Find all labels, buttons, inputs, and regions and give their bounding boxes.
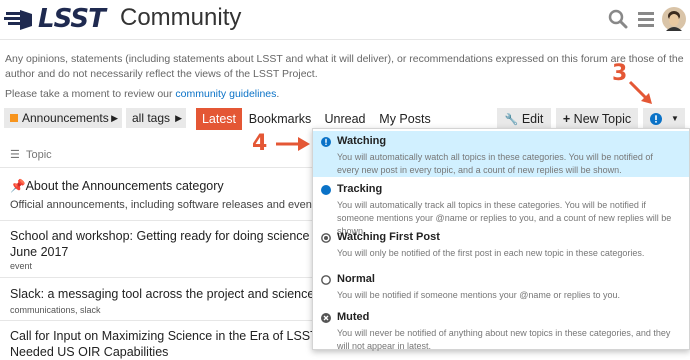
topic-excerpt: Official announcements, including softwa…	[10, 199, 324, 211]
annotation-number-4: 4	[252, 131, 268, 156]
annotation-arrow-3	[628, 80, 652, 104]
notification-level-dropdown: Watching You will automatically watch al…	[312, 128, 690, 351]
new-topic-button[interactable]: + New Topic	[556, 108, 638, 130]
logo-text[interactable]: LSST	[38, 4, 106, 34]
category-color-swatch	[10, 114, 18, 122]
disclaimer-text: Any opinions, statements (including stat…	[5, 53, 684, 80]
topic-title[interactable]: Slack: a messaging tool across the proje…	[10, 286, 357, 302]
list-icon: ☰	[10, 149, 20, 161]
caret-right-icon: ▶	[175, 113, 182, 123]
dropdown-item-title: Watching First Post	[337, 231, 440, 243]
dropdown-item-desc: You will never be notified of anything a…	[337, 328, 671, 351]
dropdown-item-tracking[interactable]: Tracking You will automatically track al…	[313, 179, 689, 236]
caret-right-icon: ▶	[111, 113, 118, 123]
hamburger-menu-icon[interactable]	[636, 9, 656, 29]
plus-icon: +	[562, 112, 571, 126]
topic-title[interactable]: School and workshop: Getting ready for d…	[10, 228, 354, 244]
topic-title-continued[interactable]: Needed US OIR Capabilities	[10, 344, 168, 360]
review-text: Please take a moment to review our commu…	[5, 88, 279, 100]
topic-header-label: Topic	[26, 149, 52, 161]
dropdown-item-desc: You will only be notified of the first p…	[337, 248, 645, 258]
tags-dropdown[interactable]: all tags ▶	[126, 108, 186, 128]
edit-button[interactable]: 🔧 Edit	[497, 108, 551, 130]
review-suffix: .	[276, 88, 280, 100]
dropdown-item-desc: You will automatically watch all topics …	[337, 152, 653, 175]
pin-icon: 📌	[10, 179, 26, 193]
community-guidelines-link[interactable]: community guidelines	[175, 88, 276, 100]
topic-title-text: About the Announcements category	[25, 179, 224, 193]
dropdown-item-muted[interactable]: Muted You will never be notified of anyt…	[313, 307, 689, 351]
topic-tag[interactable]: event	[10, 260, 32, 272]
category-label: Announcements	[22, 111, 109, 125]
wrench-icon: 🔧	[504, 114, 519, 126]
dropdown-item-title: Tracking	[337, 183, 383, 195]
dot-circle-icon	[321, 233, 331, 243]
dropdown-item-normal[interactable]: Normal You will be notified if someone m…	[313, 269, 689, 305]
topic-title[interactable]: Call for Input on Maximizing Science in …	[10, 328, 360, 344]
topic-column-header[interactable]: ☰ Topic	[10, 148, 52, 161]
topic-title[interactable]: 📌About the Announcements category	[10, 178, 224, 194]
notification-bell-icon	[650, 113, 662, 125]
user-avatar[interactable]	[662, 7, 686, 31]
dropdown-item-title: Normal	[337, 273, 375, 285]
edit-label: Edit	[521, 112, 544, 126]
lsst-logo-icon[interactable]	[4, 4, 34, 34]
site-header: LSST Community	[0, 0, 690, 40]
tags-label: all tags	[132, 111, 171, 125]
new-topic-label: New Topic	[573, 112, 632, 126]
search-icon[interactable]	[608, 9, 628, 29]
topic-title-continued[interactable]: June 2017	[10, 244, 68, 260]
review-prefix: Please take a moment to review our	[5, 88, 176, 100]
exclamation-circle-icon	[321, 137, 331, 147]
caret-down-icon: ▼	[671, 114, 679, 123]
notification-level-button[interactable]: ▼	[643, 108, 685, 130]
dropdown-item-title: Watching	[337, 135, 387, 147]
times-circle-icon	[321, 313, 331, 323]
tab-latest[interactable]: Latest	[196, 108, 242, 130]
topic-tag[interactable]: communications, slack	[10, 304, 101, 316]
dropdown-item-desc: You will be notified if someone mentions…	[337, 290, 620, 300]
filled-circle-icon	[321, 185, 331, 195]
tab-my-posts[interactable]: My Posts	[378, 108, 432, 130]
dropdown-item-title: Muted	[337, 311, 370, 323]
annotation-arrow-4	[276, 137, 310, 151]
dropdown-item-watching-first-post[interactable]: Watching First Post You will only be not…	[313, 227, 689, 267]
site-title[interactable]: Community	[120, 3, 241, 33]
empty-circle-icon	[321, 275, 331, 285]
tab-bookmarks[interactable]: Bookmarks	[248, 108, 312, 130]
tab-unread[interactable]: Unread	[322, 108, 368, 130]
dropdown-item-watching[interactable]: Watching You will automatically watch al…	[313, 131, 689, 177]
category-dropdown[interactable]: Announcements ▶	[4, 108, 122, 128]
